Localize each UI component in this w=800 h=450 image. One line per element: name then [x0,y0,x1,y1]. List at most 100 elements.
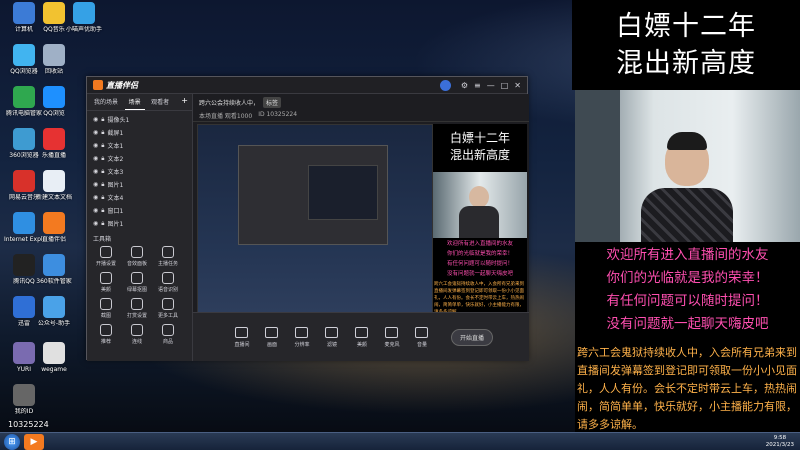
room-info-bar: 跨六公会持续收人中， 标签 本场直播 观看1000 ID 10325224 [193,94,529,122]
lock-icon[interactable]: 🔒︎ [101,142,104,150]
tool-button[interactable]: 开播设置 [93,246,119,267]
tool-label: 主播任务 [157,261,178,267]
close-icon[interactable]: ✕ [514,81,521,90]
tool-button[interactable]: 主播任务 [155,246,181,267]
tool-label: 打赏设置 [126,313,147,319]
desktop-icon[interactable]: 乐播直播 [34,128,74,160]
eye-icon[interactable]: ◉ [93,155,98,162]
source-list: ◉ 🔒︎ 摄像头1 ◉ 🔒︎ 截屏1 ◉ 🔒︎ 文本1 ◉ 🔒︎ 文本2 ◉ 🔒︎ 文本3 ◉ 🔒︎ 图片1 ◉ 🔒︎… [87,111,192,230]
desktop-icon-label: 直播伴侣 [41,236,66,243]
tool-button[interactable]: 语音识别 [155,272,181,293]
tool-icon [131,324,143,336]
live-companion-icon [43,212,65,234]
tab-scene[interactable]: 场景 [124,94,145,110]
start-live-button[interactable]: 开始直播 [450,328,493,346]
tool-button[interactable]: 商品 [155,324,181,345]
source-row[interactable]: ◉ 🔒︎ 文本1 [87,139,192,152]
desktop-icon[interactable]: QQ浏览 [34,86,74,118]
lock-icon[interactable]: 🔒︎ [101,220,104,228]
lock-icon[interactable]: 🔒︎ [101,155,104,163]
toolbar-button[interactable]: 音量 [409,326,435,348]
live-icon [43,128,65,150]
start-button[interactable]: ⊞ [4,433,20,450]
eye-icon[interactable]: ◉ [93,129,98,136]
source-row[interactable]: ◉ 🔒︎ 图片1 [87,217,192,230]
settings-icon[interactable]: ⚙ [461,81,468,90]
lock-icon[interactable]: 🔒︎ [101,194,104,202]
toolbar-icon [385,326,399,338]
menu-icon[interactable]: ≡ [474,81,481,90]
toolbar-icon [415,326,429,338]
source-label: 文本4 [107,195,124,202]
preview-overlay-title: 白嫖十二年 混出新高度 [433,124,527,172]
source-row[interactable]: ◉ 🔒︎ 文本3 [87,165,192,178]
desktop-icon[interactable]: wegame [34,342,74,374]
eye-icon[interactable]: ◉ [93,181,98,188]
source-row[interactable]: ◉ 🔒︎ 图片1 [87,178,192,191]
toolbar-icon [325,326,339,338]
window-titlebar[interactable]: 直播伴侣 ⚙ ≡ — □ ✕ [87,77,527,94]
tool-button[interactable]: 截图 [93,298,119,319]
live-companion-window[interactable]: 直播伴侣 ⚙ ≡ — □ ✕ 我的场景 场景 观看者 + ◉ 🔒︎ 摄像头1 ◉ 🔒︎ 截… [86,76,529,361]
eye-icon[interactable]: ◉ [93,116,98,123]
lock-icon[interactable]: 🔒︎ [101,168,104,176]
desktop-icon[interactable]: 新建文本文档 [34,170,74,202]
lock-icon[interactable]: 🔒︎ [101,181,104,189]
toolbar-button[interactable]: 画面 [259,326,285,348]
toolbar-button[interactable]: 滤镜 [319,326,345,348]
tool-icon [162,246,174,258]
tool-icon [162,272,174,284]
desktop-icon[interactable]: 直播伴侣 [34,212,74,244]
document-icon [43,170,65,192]
eye-icon[interactable]: ◉ [93,168,98,175]
desktop-icon[interactable]: 回收站 [34,44,74,76]
taskbar-app-live-companion[interactable]: ▶ [24,433,44,450]
source-row[interactable]: ◉ 🔒︎ 文本4 [87,191,192,204]
add-scene-button[interactable]: + [177,94,192,107]
lock-icon[interactable]: 🔒︎ [101,129,104,137]
lock-icon[interactable]: 🔒︎ [101,207,104,215]
toolbar-button[interactable]: 直播间 [229,326,255,348]
eye-icon[interactable]: ◉ [93,142,98,149]
toolbar-button[interactable]: 分辨率 [289,326,315,348]
toolbar-icon [235,326,249,338]
eye-icon[interactable]: ◉ [93,194,98,201]
desktop-icon[interactable]: 360软件管家 [34,254,74,286]
desktop-icon[interactable]: 公众号-助手 [34,296,74,328]
tool-button[interactable]: 连线 [124,324,150,345]
overlay-title-line1: 白嫖十二年 [616,11,756,42]
tab-viewers[interactable]: 观看者 [147,94,173,109]
eye-icon[interactable]: ◉ [93,207,98,214]
tool-label: 美颜 [100,287,111,293]
tool-button[interactable]: 推荐 [93,324,119,345]
toolbar-button[interactable]: 麦克风 [379,326,405,348]
room-tag[interactable]: 标签 [263,97,282,108]
source-row[interactable]: ◉ 🔒︎ 窗口1 [87,204,192,217]
tool-label: 商品 [162,339,173,345]
source-row[interactable]: ◉ 🔒︎ 摄像头1 [87,113,192,126]
tool-button[interactable]: 绿幕抠图 [124,272,150,293]
toolbar-label: 美颜 [356,341,367,348]
screen-capture-preview [197,124,433,329]
minimize-icon[interactable]: — [487,81,495,90]
source-row[interactable]: ◉ 🔒︎ 截屏1 [87,126,192,139]
avatar[interactable] [439,79,451,91]
toolbar-button[interactable]: 美颜 [349,326,375,348]
source-row[interactable]: ◉ 🔒︎ 文本2 [87,152,192,165]
tool-button[interactable]: 更多工具 [155,298,181,319]
desktop-icon[interactable]: 我的ID [4,384,44,416]
tool-button[interactable]: 音效面板 [124,246,150,267]
tab-my-scene[interactable]: 我的场景 [90,94,122,109]
tray-clock[interactable]: 9:58 2021/3/23 [766,435,800,449]
desktop-icon[interactable]: 小喵声优助手 [64,2,104,34]
ie-icon [13,212,35,234]
browser-icon [13,128,35,150]
tool-button[interactable]: 打赏设置 [124,298,150,319]
tool-button[interactable]: 美颜 [93,272,119,293]
maximize-icon[interactable]: □ [501,81,509,90]
source-label: 图片1 [107,221,124,228]
toolbar-label: 分辨率 [294,341,310,348]
tool-icon [131,246,143,258]
eye-icon[interactable]: ◉ [93,220,98,227]
lock-icon[interactable]: 🔒︎ [101,116,104,124]
